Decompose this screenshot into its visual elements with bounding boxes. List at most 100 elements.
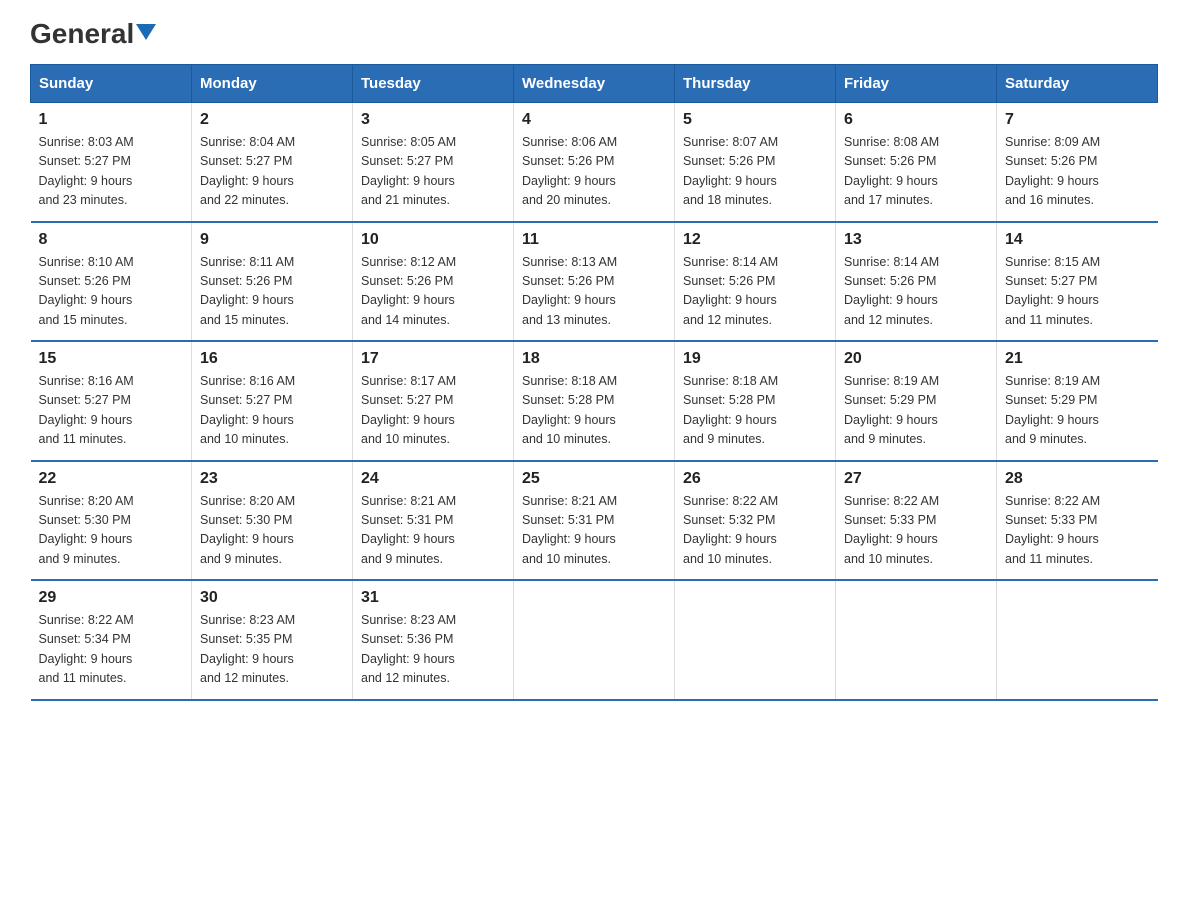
calendar-cell: 23 Sunrise: 8:20 AM Sunset: 5:30 PM Dayl…: [192, 461, 353, 581]
day-number: 18: [522, 350, 666, 368]
calendar-cell: 10 Sunrise: 8:12 AM Sunset: 5:26 PM Dayl…: [353, 222, 514, 342]
logo-general: General: [30, 20, 156, 48]
day-info: Sunrise: 8:12 AM Sunset: 5:26 PM Dayligh…: [361, 253, 505, 331]
day-info: Sunrise: 8:16 AM Sunset: 5:27 PM Dayligh…: [200, 372, 344, 450]
day-info: Sunrise: 8:04 AM Sunset: 5:27 PM Dayligh…: [200, 133, 344, 211]
day-number: 5: [683, 111, 827, 129]
day-number: 16: [200, 350, 344, 368]
day-number: 9: [200, 231, 344, 249]
header-tuesday: Tuesday: [353, 65, 514, 103]
day-number: 30: [200, 589, 344, 607]
logo-triangle-icon: [136, 24, 156, 40]
week-row-3: 15 Sunrise: 8:16 AM Sunset: 5:27 PM Dayl…: [31, 341, 1158, 461]
day-number: 11: [522, 231, 666, 249]
calendar-cell: 5 Sunrise: 8:07 AM Sunset: 5:26 PM Dayli…: [675, 103, 836, 222]
day-number: 19: [683, 350, 827, 368]
day-number: 21: [1005, 350, 1150, 368]
day-number: 26: [683, 470, 827, 488]
week-row-2: 8 Sunrise: 8:10 AM Sunset: 5:26 PM Dayli…: [31, 222, 1158, 342]
day-info: Sunrise: 8:06 AM Sunset: 5:26 PM Dayligh…: [522, 133, 666, 211]
calendar-cell: 12 Sunrise: 8:14 AM Sunset: 5:26 PM Dayl…: [675, 222, 836, 342]
calendar-table: SundayMondayTuesdayWednesdayThursdayFrid…: [30, 64, 1158, 701]
day-number: 20: [844, 350, 988, 368]
calendar-cell: 13 Sunrise: 8:14 AM Sunset: 5:26 PM Dayl…: [836, 222, 997, 342]
day-info: Sunrise: 8:17 AM Sunset: 5:27 PM Dayligh…: [361, 372, 505, 450]
calendar-cell: 1 Sunrise: 8:03 AM Sunset: 5:27 PM Dayli…: [31, 103, 192, 222]
day-number: 28: [1005, 470, 1150, 488]
page-header: General: [30, 20, 1158, 44]
day-info: Sunrise: 8:07 AM Sunset: 5:26 PM Dayligh…: [683, 133, 827, 211]
calendar-cell: 30 Sunrise: 8:23 AM Sunset: 5:35 PM Dayl…: [192, 580, 353, 700]
header-thursday: Thursday: [675, 65, 836, 103]
day-number: 13: [844, 231, 988, 249]
day-info: Sunrise: 8:18 AM Sunset: 5:28 PM Dayligh…: [522, 372, 666, 450]
day-info: Sunrise: 8:10 AM Sunset: 5:26 PM Dayligh…: [39, 253, 184, 331]
day-info: Sunrise: 8:08 AM Sunset: 5:26 PM Dayligh…: [844, 133, 988, 211]
header-monday: Monday: [192, 65, 353, 103]
calendar-cell: [997, 580, 1158, 700]
calendar-cell: 4 Sunrise: 8:06 AM Sunset: 5:26 PM Dayli…: [514, 103, 675, 222]
calendar-cell: [675, 580, 836, 700]
logo: General: [30, 20, 156, 44]
day-info: Sunrise: 8:09 AM Sunset: 5:26 PM Dayligh…: [1005, 133, 1150, 211]
day-number: 8: [39, 231, 184, 249]
calendar-cell: [836, 580, 997, 700]
day-number: 1: [39, 111, 184, 129]
week-row-1: 1 Sunrise: 8:03 AM Sunset: 5:27 PM Dayli…: [31, 103, 1158, 222]
calendar-cell: 16 Sunrise: 8:16 AM Sunset: 5:27 PM Dayl…: [192, 341, 353, 461]
header-friday: Friday: [836, 65, 997, 103]
calendar-cell: 22 Sunrise: 8:20 AM Sunset: 5:30 PM Dayl…: [31, 461, 192, 581]
calendar-cell: 15 Sunrise: 8:16 AM Sunset: 5:27 PM Dayl…: [31, 341, 192, 461]
day-number: 7: [1005, 111, 1150, 129]
calendar-cell: 26 Sunrise: 8:22 AM Sunset: 5:32 PM Dayl…: [675, 461, 836, 581]
day-number: 29: [39, 589, 184, 607]
day-info: Sunrise: 8:21 AM Sunset: 5:31 PM Dayligh…: [361, 492, 505, 570]
day-number: 10: [361, 231, 505, 249]
calendar-cell: 3 Sunrise: 8:05 AM Sunset: 5:27 PM Dayli…: [353, 103, 514, 222]
calendar-cell: 29 Sunrise: 8:22 AM Sunset: 5:34 PM Dayl…: [31, 580, 192, 700]
calendar-cell: 24 Sunrise: 8:21 AM Sunset: 5:31 PM Dayl…: [353, 461, 514, 581]
calendar-cell: 7 Sunrise: 8:09 AM Sunset: 5:26 PM Dayli…: [997, 103, 1158, 222]
day-number: 2: [200, 111, 344, 129]
calendar-cell: 31 Sunrise: 8:23 AM Sunset: 5:36 PM Dayl…: [353, 580, 514, 700]
day-info: Sunrise: 8:11 AM Sunset: 5:26 PM Dayligh…: [200, 253, 344, 331]
day-info: Sunrise: 8:16 AM Sunset: 5:27 PM Dayligh…: [39, 372, 184, 450]
day-number: 23: [200, 470, 344, 488]
day-number: 24: [361, 470, 505, 488]
calendar-cell: 9 Sunrise: 8:11 AM Sunset: 5:26 PM Dayli…: [192, 222, 353, 342]
day-info: Sunrise: 8:19 AM Sunset: 5:29 PM Dayligh…: [1005, 372, 1150, 450]
day-info: Sunrise: 8:22 AM Sunset: 5:34 PM Dayligh…: [39, 611, 184, 689]
day-info: Sunrise: 8:21 AM Sunset: 5:31 PM Dayligh…: [522, 492, 666, 570]
calendar-cell: 25 Sunrise: 8:21 AM Sunset: 5:31 PM Dayl…: [514, 461, 675, 581]
header-saturday: Saturday: [997, 65, 1158, 103]
day-info: Sunrise: 8:15 AM Sunset: 5:27 PM Dayligh…: [1005, 253, 1150, 331]
calendar-cell: 2 Sunrise: 8:04 AM Sunset: 5:27 PM Dayli…: [192, 103, 353, 222]
day-info: Sunrise: 8:19 AM Sunset: 5:29 PM Dayligh…: [844, 372, 988, 450]
day-info: Sunrise: 8:20 AM Sunset: 5:30 PM Dayligh…: [39, 492, 184, 570]
day-number: 15: [39, 350, 184, 368]
day-info: Sunrise: 8:03 AM Sunset: 5:27 PM Dayligh…: [39, 133, 184, 211]
day-number: 22: [39, 470, 184, 488]
calendar-cell: 20 Sunrise: 8:19 AM Sunset: 5:29 PM Dayl…: [836, 341, 997, 461]
day-info: Sunrise: 8:05 AM Sunset: 5:27 PM Dayligh…: [361, 133, 505, 211]
calendar-cell: [514, 580, 675, 700]
day-info: Sunrise: 8:23 AM Sunset: 5:35 PM Dayligh…: [200, 611, 344, 689]
day-info: Sunrise: 8:20 AM Sunset: 5:30 PM Dayligh…: [200, 492, 344, 570]
header-sunday: Sunday: [31, 65, 192, 103]
day-number: 4: [522, 111, 666, 129]
calendar-cell: 21 Sunrise: 8:19 AM Sunset: 5:29 PM Dayl…: [997, 341, 1158, 461]
day-info: Sunrise: 8:14 AM Sunset: 5:26 PM Dayligh…: [844, 253, 988, 331]
week-row-4: 22 Sunrise: 8:20 AM Sunset: 5:30 PM Dayl…: [31, 461, 1158, 581]
day-number: 31: [361, 589, 505, 607]
calendar-cell: 18 Sunrise: 8:18 AM Sunset: 5:28 PM Dayl…: [514, 341, 675, 461]
day-info: Sunrise: 8:14 AM Sunset: 5:26 PM Dayligh…: [683, 253, 827, 331]
weekday-header-row: SundayMondayTuesdayWednesdayThursdayFrid…: [31, 65, 1158, 103]
day-number: 6: [844, 111, 988, 129]
calendar-cell: 27 Sunrise: 8:22 AM Sunset: 5:33 PM Dayl…: [836, 461, 997, 581]
day-info: Sunrise: 8:22 AM Sunset: 5:33 PM Dayligh…: [844, 492, 988, 570]
day-number: 3: [361, 111, 505, 129]
calendar-cell: 8 Sunrise: 8:10 AM Sunset: 5:26 PM Dayli…: [31, 222, 192, 342]
day-number: 27: [844, 470, 988, 488]
day-number: 17: [361, 350, 505, 368]
calendar-cell: 28 Sunrise: 8:22 AM Sunset: 5:33 PM Dayl…: [997, 461, 1158, 581]
